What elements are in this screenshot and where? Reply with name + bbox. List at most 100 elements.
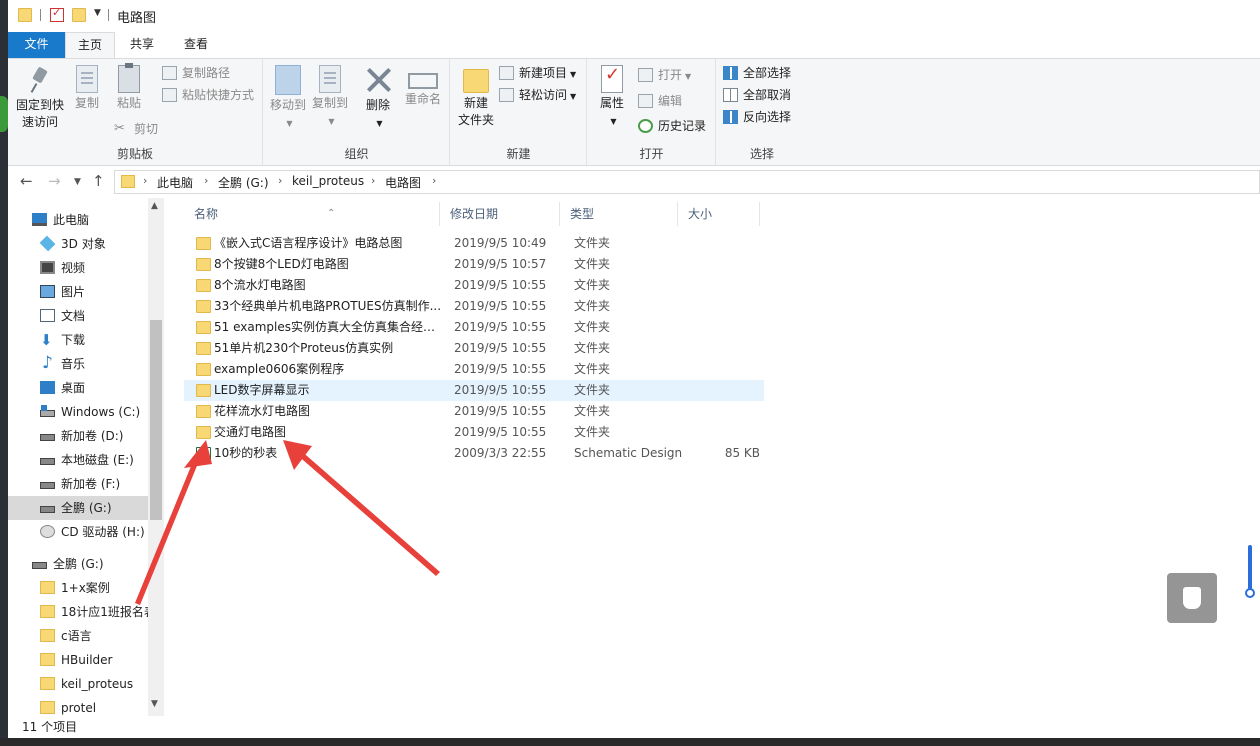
nav-item-pictures[interactable]: 图片 bbox=[8, 280, 148, 304]
copy-path-button[interactable]: 复制路径 bbox=[162, 63, 230, 83]
side-slider-handle[interactable] bbox=[1245, 588, 1255, 598]
nav-item-documents[interactable]: 文档 bbox=[8, 304, 148, 328]
chevron-right-icon[interactable]: › bbox=[143, 174, 147, 187]
desktop-bottom-strip bbox=[0, 738, 1260, 746]
copy-button[interactable]: 复制 bbox=[70, 65, 104, 112]
move-to-label: 移动到 bbox=[269, 98, 306, 112]
file-row[interactable]: 10秒的秒表 2009/3/3 22:55 Schematic Design 85 K… bbox=[184, 443, 764, 464]
chevron-right-icon[interactable]: › bbox=[432, 174, 436, 187]
invert-selection-button[interactable]: 反向选择 bbox=[723, 107, 791, 127]
breadcrumb-current[interactable]: 电路图 bbox=[385, 174, 421, 191]
scroll-up-arrow-icon[interactable]: ▲ bbox=[151, 201, 158, 211]
nav-item-folder[interactable]: HBuilder bbox=[8, 648, 148, 672]
file-row[interactable]: 33个经典单片机电路PROTUES仿真制作... 2019/9/5 10:55 文件… bbox=[184, 296, 764, 317]
column-header-type[interactable]: 类型 bbox=[560, 202, 678, 226]
nav-item-3d-objects[interactable]: 3D 对象 bbox=[8, 232, 148, 256]
file-row-hovered[interactable]: LED数字屏幕显示 2019/9/5 10:55 文件夹 bbox=[184, 380, 764, 401]
folder-icon bbox=[18, 8, 32, 22]
nav-scrollbar[interactable]: ▲ ▼ bbox=[148, 198, 164, 716]
nav-item-drive-f[interactable]: 新加卷 (F:) bbox=[8, 472, 148, 496]
file-row[interactable]: 8个按键8个LED灯电路图 2019/9/5 10:57 文件夹 bbox=[184, 254, 764, 275]
file-row[interactable]: 51单片机230个Proteus仿真实例 2019/9/5 10:55 文件夹 bbox=[184, 338, 764, 359]
pin-quick-access-button[interactable]: 固定到快 速访问 bbox=[12, 65, 68, 131]
select-none-button[interactable]: 全部取消 bbox=[723, 85, 791, 105]
delete-button[interactable]: 删除 ▼ bbox=[360, 65, 396, 132]
chevron-down-icon: ▼ bbox=[286, 119, 293, 128]
nav-label: keil_proteus bbox=[61, 677, 134, 691]
nav-item-drive-g[interactable]: 全鹏 (G:) bbox=[8, 496, 148, 520]
file-type: 文件夹 bbox=[574, 278, 611, 292]
clipboard-group-label: 剪贴板 bbox=[116, 147, 153, 161]
chevron-down-icon[interactable]: ▼ bbox=[94, 8, 101, 18]
chevron-right-icon[interactable]: › bbox=[204, 174, 208, 187]
column-header-size[interactable]: 大小 bbox=[678, 202, 760, 226]
nav-item-cd-drive[interactable]: CD 驱动器 (H:) bbox=[8, 520, 148, 544]
nav-item-videos[interactable]: 视频 bbox=[8, 256, 148, 280]
history-button[interactable]: 历史记录 bbox=[638, 116, 706, 136]
easy-access-button[interactable]: 轻松访问 ▼ bbox=[499, 85, 576, 105]
drive-icon bbox=[40, 482, 55, 489]
edit-button[interactable]: 编辑 bbox=[638, 91, 682, 111]
chevron-right-icon[interactable]: › bbox=[278, 174, 282, 187]
file-date: 2019/9/5 10:49 bbox=[454, 236, 547, 250]
copy-to-button[interactable]: 复制到 ▼ bbox=[310, 65, 350, 130]
tab-view[interactable]: 查看 bbox=[174, 32, 218, 58]
properties-button[interactable]: 属性 ▼ bbox=[594, 65, 630, 130]
tab-file[interactable]: 文件 bbox=[8, 32, 65, 58]
file-row[interactable]: 花样流水灯电路图 2019/9/5 10:55 文件夹 bbox=[184, 401, 764, 422]
folder-icon bbox=[196, 363, 211, 376]
chevron-right-icon[interactable]: › bbox=[371, 174, 375, 187]
paste-button[interactable]: 粘贴 bbox=[112, 63, 146, 112]
paste-shortcut-button[interactable]: 粘贴快捷方式 bbox=[162, 85, 254, 105]
nav-label: protel bbox=[61, 701, 97, 715]
nav-label: 此电脑 bbox=[53, 213, 90, 227]
file-row[interactable]: 8个流水灯电路图 2019/9/5 10:55 文件夹 bbox=[184, 275, 764, 296]
properties-quick-icon[interactable] bbox=[50, 6, 64, 22]
forward-arrow-icon[interactable]: → bbox=[48, 172, 61, 190]
nav-label: 桌面 bbox=[61, 381, 86, 395]
scrollbar-thumb[interactable] bbox=[150, 320, 162, 520]
column-header-name[interactable]: 名称 ⌃ bbox=[184, 202, 440, 226]
back-arrow-icon[interactable]: ← bbox=[20, 172, 33, 190]
nav-item-downloads[interactable]: 下载 bbox=[8, 328, 148, 352]
address-bar[interactable]: › 此电脑 › 全鹏 (G:) › keil_proteus › 电路图 › bbox=[114, 170, 1260, 194]
nav-item-drive-e[interactable]: 本地磁盘 (E:) bbox=[8, 448, 148, 472]
rename-button[interactable]: 重命名 bbox=[402, 65, 444, 108]
recent-locations-chevron-icon[interactable]: ▼ bbox=[74, 177, 81, 187]
nav-item-folder[interactable]: c语言 bbox=[8, 624, 148, 648]
file-row[interactable]: 交通灯电路图 2019/9/5 10:55 文件夹 bbox=[184, 422, 764, 443]
new-item-button[interactable]: 新建项目 ▼ bbox=[499, 63, 576, 83]
floating-usb-button[interactable] bbox=[1167, 573, 1217, 623]
cut-button[interactable]: ✂ 剪切 bbox=[114, 119, 158, 139]
nav-item-this-pc[interactable]: 此电脑 bbox=[8, 208, 148, 232]
file-type: 文件夹 bbox=[574, 299, 611, 313]
nav-item-desktop[interactable]: 桌面 bbox=[8, 376, 148, 400]
folder-icon bbox=[196, 426, 211, 439]
new-folder-quick-icon[interactable] bbox=[72, 8, 86, 22]
nav-item-folder[interactable]: protel bbox=[8, 696, 148, 718]
breadcrumb-keil-proteus[interactable]: keil_proteus bbox=[292, 174, 364, 188]
nav-item-drive-d[interactable]: 新加卷 (D:) bbox=[8, 424, 148, 448]
nav-item-drive-c[interactable]: Windows (C:) bbox=[8, 400, 148, 424]
up-arrow-icon[interactable]: ↑ bbox=[92, 172, 105, 190]
nav-item-music[interactable]: 音乐 bbox=[8, 352, 148, 376]
move-to-button[interactable]: 移动到 ▼ bbox=[268, 65, 308, 132]
nav-item-drive-g-root[interactable]: 全鹏 (G:) bbox=[8, 552, 148, 576]
column-header-date[interactable]: 修改日期 bbox=[440, 202, 560, 226]
folder-icon bbox=[196, 342, 211, 355]
nav-item-folder[interactable]: 1+x案例 bbox=[8, 576, 148, 600]
breadcrumb-drive-g[interactable]: 全鹏 (G:) bbox=[218, 174, 269, 191]
open-button[interactable]: 打开 ▼ bbox=[638, 65, 691, 85]
file-row[interactable]: 《嵌入式C语言程序设计》电路总图 2019/9/5 10:49 文件夹 bbox=[184, 233, 764, 254]
nav-item-folder[interactable]: keil_proteus bbox=[8, 672, 148, 696]
new-folder-button[interactable]: 新建 文件夹 bbox=[455, 65, 497, 129]
file-row[interactable]: 51 examples实例仿真大全仿真集合经典... 2019/9/5 10:55… bbox=[184, 317, 764, 338]
tab-share[interactable]: 共享 bbox=[120, 32, 164, 58]
3d-objects-icon bbox=[39, 235, 56, 252]
file-row[interactable]: example0606案例程序 2019/9/5 10:55 文件夹 bbox=[184, 359, 764, 380]
select-all-button[interactable]: 全部选择 bbox=[723, 63, 791, 83]
tab-home[interactable]: 主页 bbox=[65, 32, 115, 58]
breadcrumb-this-pc[interactable]: 此电脑 bbox=[157, 174, 193, 191]
nav-item-folder[interactable]: 18计应1班报名表 bbox=[8, 600, 148, 624]
scroll-down-arrow-icon[interactable]: ▼ bbox=[151, 699, 158, 709]
